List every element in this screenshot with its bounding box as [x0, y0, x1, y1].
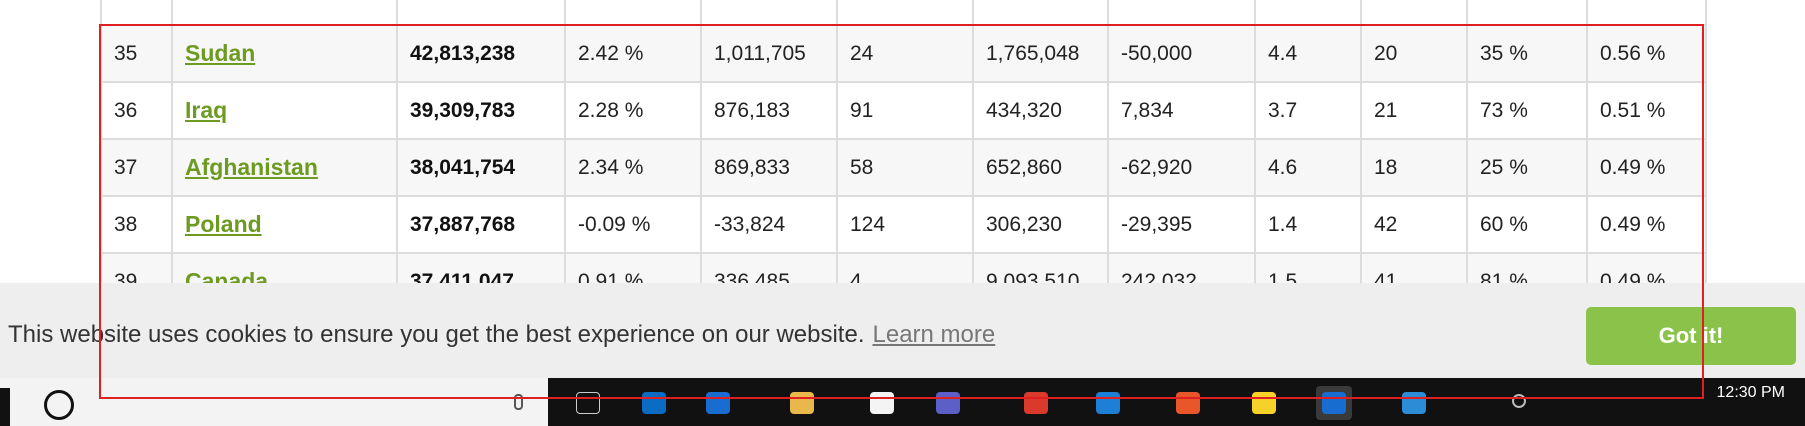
land-area-cell: 434,320	[972, 81, 1109, 140]
yearly-change-cell: 2.28 %	[564, 81, 702, 140]
table-row	[100, 0, 1707, 26]
table-row: 35 Sudan 42,813,238 2.42 % 1,011,705 24 1,765,…	[100, 24, 1707, 83]
cookie-message-text: This website uses cookies to ensure you …	[8, 321, 865, 348]
table-body: 35 Sudan 42,813,238 2.42 % 1,011,705 24 1,765,…	[100, 24, 1707, 311]
country-cell: Iraq	[171, 81, 398, 140]
teams-glyph	[936, 392, 960, 414]
edge-active-glyph	[1322, 392, 1346, 414]
fertility-rate-cell: 4.4	[1254, 24, 1362, 83]
world-share-cell: 0.51 %	[1586, 81, 1707, 140]
cookie-consent-bar: This website uses cookies to ensure you …	[0, 283, 1805, 378]
firefox-glyph	[1176, 392, 1200, 414]
migrants-cell: -62,920	[1107, 138, 1256, 197]
net-change-cell: 869,833	[700, 138, 838, 197]
mail-icon[interactable]	[700, 386, 736, 420]
land-area-cell: 306,230	[972, 195, 1109, 254]
density-cell: 124	[836, 195, 974, 254]
taskbar-search-box[interactable]	[0, 378, 548, 426]
paint-icon[interactable]	[864, 386, 900, 420]
median-age-cell: 20	[1360, 24, 1468, 83]
population-cell: 37,887,768	[396, 195, 566, 254]
land-area-cell: 1,765,048	[972, 24, 1109, 83]
firefox-icon[interactable]	[1170, 386, 1206, 420]
median-age-cell: 21	[1360, 81, 1468, 140]
migrants-cell: -50,000	[1107, 24, 1256, 83]
yearly-change-cell: 2.42 %	[564, 24, 702, 83]
task-view-icon[interactable]	[570, 386, 606, 420]
edge-glyph	[642, 392, 666, 414]
net-change-cell: 1,011,705	[700, 24, 838, 83]
table-row: 37 Afghanistan 38,041,754 2.34 % 869,833 58 65…	[100, 138, 1707, 197]
density-cell: 58	[836, 138, 974, 197]
file-explorer-glyph	[790, 392, 814, 414]
country-cell: Poland	[171, 195, 398, 254]
paint-glyph	[870, 392, 894, 414]
urban-population-cell: 73 %	[1466, 81, 1588, 140]
internet-explorer-glyph	[1402, 392, 1426, 414]
population-table: 35 Sudan 42,813,238 2.42 % 1,011,705 24 1,765,…	[100, 0, 1707, 311]
urban-population-cell: 25 %	[1466, 138, 1588, 197]
country-link[interactable]: Sudan	[185, 40, 255, 66]
internet-explorer-icon[interactable]	[1396, 386, 1432, 420]
taskbar-clock[interactable]: 12:30 PM	[1717, 384, 1785, 402]
rank-cell: 36	[100, 81, 173, 140]
density-cell: 24	[836, 24, 974, 83]
median-age-cell: 18	[1360, 138, 1468, 197]
world-share-cell: 0.49 %	[1586, 138, 1707, 197]
fertility-rate-cell: 4.6	[1254, 138, 1362, 197]
rank-cell: 37	[100, 138, 173, 197]
world-share-cell: 0.49 %	[1586, 195, 1707, 254]
migrants-cell: -29,395	[1107, 195, 1256, 254]
mail-glyph	[706, 392, 730, 414]
chrome-glyph	[1024, 392, 1048, 414]
migrants-cell: 7,834	[1107, 81, 1256, 140]
country-cell: Sudan	[171, 24, 398, 83]
rank-cell: 35	[100, 24, 173, 83]
urban-population-cell: 60 %	[1466, 195, 1588, 254]
yearly-change-cell: 2.34 %	[564, 138, 702, 197]
chrome-icon[interactable]	[1018, 386, 1054, 420]
edge-icon[interactable]	[636, 386, 672, 420]
fertility-rate-cell: 3.7	[1254, 81, 1362, 140]
median-age-cell: 42	[1360, 195, 1468, 254]
windows-taskbar: 12:30 PM	[0, 378, 1805, 426]
task-view-glyph	[576, 392, 600, 414]
land-area-cell: 652,860	[972, 138, 1109, 197]
population-table-container: 35 Sudan 42,813,238 2.42 % 1,011,705 24 1,765,…	[100, 0, 1707, 311]
teams-icon[interactable]	[930, 386, 966, 420]
rank-cell: 38	[100, 195, 173, 254]
table-row: 36 Iraq 39,309,783 2.28 % 876,183 91 434,320 7,…	[100, 81, 1707, 140]
edge-beta-glyph	[1096, 392, 1120, 414]
file-explorer-icon[interactable]	[784, 386, 820, 420]
net-change-cell: -33,824	[700, 195, 838, 254]
country-cell: Afghanistan	[171, 138, 398, 197]
people-icon[interactable]	[1512, 394, 1526, 408]
population-cell: 38,041,754	[396, 138, 566, 197]
world-share-cell: 0.56 %	[1586, 24, 1707, 83]
search-icon	[44, 390, 74, 420]
population-cell: 42,813,238	[396, 24, 566, 83]
country-link[interactable]: Iraq	[185, 97, 227, 123]
accept-cookies-button[interactable]: Got it!	[1586, 307, 1796, 365]
country-link[interactable]: Afghanistan	[185, 154, 318, 180]
start-button[interactable]	[0, 388, 10, 426]
sticky-notes-glyph	[1252, 392, 1276, 414]
edge-beta-icon[interactable]	[1090, 386, 1126, 420]
microphone-icon[interactable]	[514, 394, 523, 410]
yearly-change-cell: -0.09 %	[564, 195, 702, 254]
learn-more-link[interactable]: Learn more	[873, 321, 996, 348]
cookie-message: This website uses cookies to ensure you …	[8, 321, 995, 349]
population-cell: 39,309,783	[396, 81, 566, 140]
sticky-notes-icon[interactable]	[1246, 386, 1282, 420]
urban-population-cell: 35 %	[1466, 24, 1588, 83]
density-cell: 91	[836, 81, 974, 140]
country-link[interactable]: Poland	[185, 211, 262, 237]
fertility-rate-cell: 1.4	[1254, 195, 1362, 254]
net-change-cell: 876,183	[700, 81, 838, 140]
table-row: 38 Poland 37,887,768 -0.09 % -33,824 124 306,2…	[100, 195, 1707, 254]
edge-active-icon[interactable]	[1316, 386, 1352, 420]
